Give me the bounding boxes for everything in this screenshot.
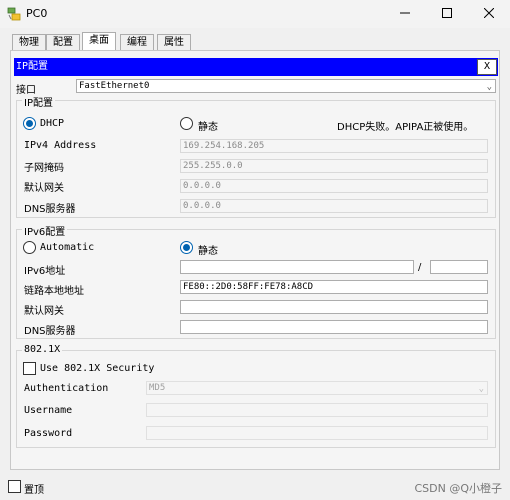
- ipv6-address-label: IPv6地址: [24, 266, 66, 277]
- chevron-down-icon: ⌄: [486, 82, 492, 92]
- close-icon: [484, 8, 494, 18]
- ipv6-static-radio[interactable]: [180, 241, 193, 254]
- ipv6-address-field[interactable]: [180, 260, 414, 274]
- maximize-button[interactable]: [428, 2, 466, 24]
- ipv6-dns-label: DNS服务器: [24, 326, 76, 337]
- tab-attributes[interactable]: 属性: [157, 34, 191, 50]
- minimize-icon: [400, 12, 410, 14]
- ipv6-prefix-field[interactable]: [430, 260, 488, 274]
- prefix-separator: /: [418, 262, 422, 273]
- ipv4-dns-field[interactable]: 0.0.0.0: [180, 199, 488, 213]
- authentication-label: Authentication: [24, 383, 109, 394]
- ipv4-address-label: IPv4 Address: [24, 140, 97, 151]
- link-local-field[interactable]: FE80::2D0:58FF:FE78:A8CD: [180, 280, 488, 294]
- dhcp-status-text: DHCP失败。APIPA正被使用。: [337, 122, 474, 133]
- use-dot1x-checkbox[interactable]: [23, 362, 36, 375]
- username-field[interactable]: [146, 403, 488, 417]
- tab-programming[interactable]: 编程: [120, 34, 154, 50]
- ipv6-automatic-label: Automatic: [40, 242, 95, 253]
- ipv4-gateway-label: 默认网关: [24, 183, 64, 194]
- use-dot1x-label: Use 802.1X Security: [40, 363, 155, 374]
- password-field[interactable]: [146, 426, 488, 440]
- ipv6-automatic-radio[interactable]: [23, 241, 36, 254]
- interface-select[interactable]: FastEthernet0 ⌄: [76, 79, 496, 93]
- maximize-icon: [442, 8, 452, 18]
- csdn-watermark: CSDN @Q小橙子: [414, 482, 502, 495]
- subnet-mask-label: 子网掩码: [24, 163, 64, 174]
- interface-value: FastEthernet0: [79, 81, 150, 91]
- username-label: Username: [24, 405, 73, 416]
- dhcp-radio[interactable]: [23, 117, 36, 130]
- static-ipv4-label: 静态: [198, 122, 218, 133]
- subnet-mask-field[interactable]: 255.255.0.0: [180, 159, 488, 173]
- authentication-value: MD5: [149, 383, 166, 393]
- ipv6-static-label: 静态: [198, 246, 218, 257]
- tab-desktop[interactable]: 桌面: [82, 32, 116, 51]
- ipv6-gateway-field[interactable]: [180, 300, 488, 314]
- dot1x-group-title: 802.1X: [22, 344, 63, 355]
- link-local-label: 链路本地地址: [24, 286, 84, 297]
- ipv4-group-title: IP配置: [22, 94, 55, 109]
- ip-config-close-button[interactable]: X: [477, 59, 497, 75]
- ipv4-gateway-field[interactable]: 0.0.0.0: [180, 179, 488, 193]
- tab-config[interactable]: 配置: [46, 34, 80, 50]
- ip-config-header: IP配置: [14, 58, 498, 76]
- minimize-button[interactable]: [386, 2, 424, 24]
- pin-top-checkbox[interactable]: [8, 480, 21, 493]
- tab-physical[interactable]: 物理: [12, 34, 46, 50]
- authentication-select[interactable]: MD5 ⌄: [146, 381, 488, 395]
- ipv6-dns-field[interactable]: [180, 320, 488, 334]
- close-window-button[interactable]: [470, 2, 508, 24]
- pin-top-label: 置顶: [24, 485, 44, 496]
- dhcp-label: DHCP: [40, 118, 65, 129]
- ipv6-group-title: IPv6配置: [22, 223, 68, 238]
- pc-app-icon: [6, 6, 22, 22]
- ipv4-address-field[interactable]: 169.254.168.205: [180, 139, 488, 153]
- ipv4-dns-label: DNS服务器: [24, 204, 76, 215]
- static-ipv4-radio[interactable]: [180, 117, 193, 130]
- chevron-down-icon: ⌄: [478, 384, 484, 394]
- password-label: Password: [24, 428, 73, 439]
- window-title: PC0: [26, 7, 48, 20]
- ipv6-gateway-label: 默认网关: [24, 306, 64, 317]
